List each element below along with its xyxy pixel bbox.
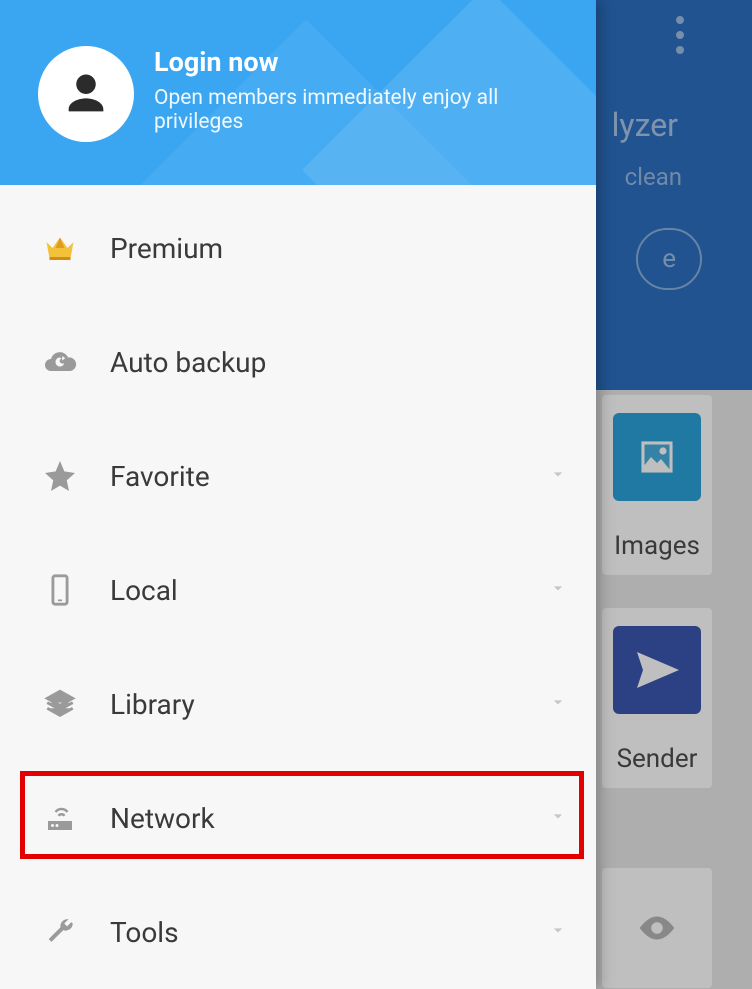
- menu-item-premium[interactable]: Premium: [0, 191, 596, 305]
- login-subtitle: Open members immediately enjoy all privi…: [154, 86, 568, 134]
- menu-label: Premium: [110, 232, 574, 265]
- chevron-down-icon: [548, 464, 568, 488]
- crown-icon: [38, 230, 82, 266]
- star-icon: [38, 458, 82, 494]
- menu-item-auto-backup[interactable]: Auto backup: [0, 305, 596, 419]
- drawer-header[interactable]: Login now Open members immediately enjoy…: [0, 0, 596, 185]
- wrench-icon: [38, 915, 82, 949]
- menu-item-favorite[interactable]: Favorite: [0, 419, 596, 533]
- chevron-down-icon: [548, 692, 568, 716]
- navigation-drawer: Login now Open members immediately enjoy…: [0, 0, 596, 989]
- menu-item-local[interactable]: Local: [0, 533, 596, 647]
- menu-item-library[interactable]: Library: [0, 647, 596, 761]
- router-icon: [38, 800, 82, 836]
- chevron-down-icon: [548, 806, 568, 830]
- menu-list: Premium Auto backup Favorite Local: [0, 185, 596, 989]
- login-text-block[interactable]: Login now Open members immediately enjoy…: [154, 46, 568, 134]
- menu-label: Auto backup: [110, 346, 574, 379]
- menu-label: Library: [110, 688, 548, 721]
- menu-label: Local: [110, 574, 548, 607]
- avatar[interactable]: [38, 46, 134, 142]
- chevron-down-icon: [548, 920, 568, 944]
- menu-label: Network: [110, 802, 548, 835]
- menu-label: Tools: [110, 916, 548, 949]
- login-title: Login now: [154, 46, 568, 78]
- cloud-sync-icon: [38, 344, 82, 380]
- menu-item-network[interactable]: Network: [0, 761, 596, 875]
- menu-label: Favorite: [110, 460, 548, 493]
- layers-icon: [38, 687, 82, 721]
- chevron-down-icon: [548, 578, 568, 602]
- phone-icon: [38, 573, 82, 607]
- menu-item-tools[interactable]: Tools: [0, 875, 596, 989]
- person-icon: [60, 68, 112, 120]
